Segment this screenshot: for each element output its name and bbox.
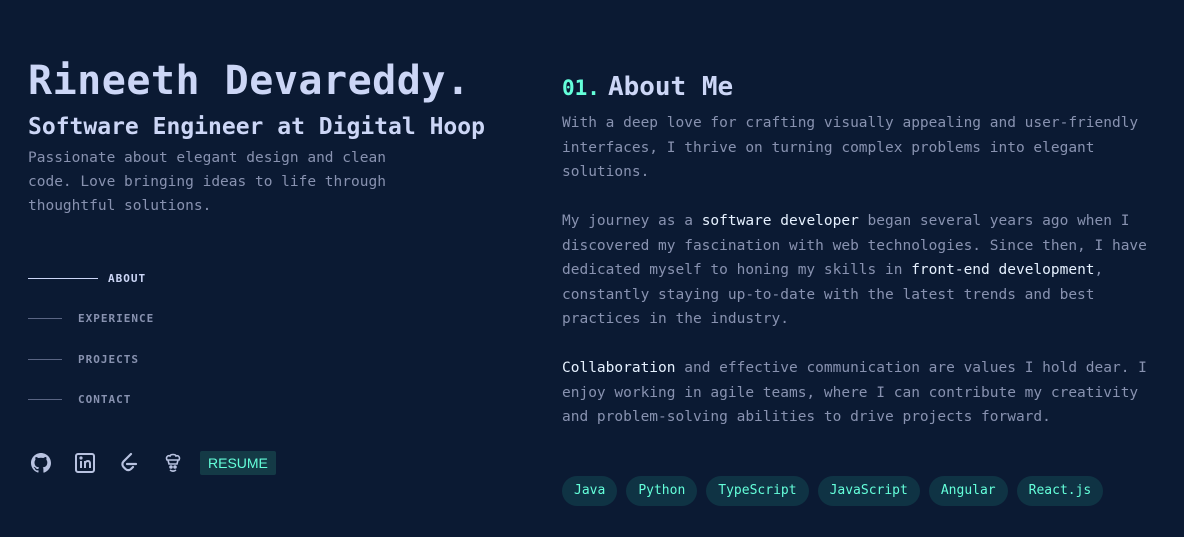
highlight-front-end-development: front-end development (911, 262, 1095, 278)
skill-tag: Angular (928, 476, 1008, 506)
profile-name: Rineeth Devareddy. (28, 58, 471, 104)
github-icon[interactable] (28, 448, 54, 478)
section-nav: ABOUT EXPERIENCE PROJECTS CONTACT (28, 268, 154, 430)
section-heading: 01. About Me (562, 72, 733, 102)
skill-tags: Java Python TypeScript JavaScript Angula… (562, 476, 1112, 506)
nav-item-contact[interactable]: CONTACT (28, 390, 154, 410)
codechef-icon[interactable] (160, 448, 186, 478)
about-section: 01. About Me With a deep love for crafti… (562, 0, 1172, 537)
skill-tag: Python (626, 476, 698, 506)
profile-role: Software Engineer at Digital Hoop (28, 114, 485, 140)
section-number: 01. (562, 76, 600, 100)
nav-label: ABOUT (108, 271, 147, 285)
skill-tag: Java (562, 476, 618, 506)
nav-indicator-line (28, 277, 98, 279)
nav-item-experience[interactable]: EXPERIENCE (28, 309, 154, 329)
about-text: With a deep love for crafting visually a… (562, 111, 1167, 454)
skill-tag: TypeScript (706, 476, 809, 506)
nav-label: EXPERIENCE (78, 312, 155, 325)
nav-indicator-line (28, 399, 62, 400)
resume-button[interactable]: RESUME (200, 451, 276, 475)
leetcode-icon[interactable] (116, 448, 142, 478)
highlight-collaboration: Collaboration (562, 360, 676, 376)
nav-label: PROJECTS (78, 352, 139, 366)
text-run: My journey as a (562, 213, 702, 229)
portfolio-page: Rineeth Devareddy. Software Engineer at … (0, 0, 1184, 537)
linkedin-icon[interactable] (72, 448, 98, 478)
profile-tagline: Passionate about elegant design and clea… (28, 150, 386, 214)
nav-item-projects[interactable]: PROJECTS (28, 349, 154, 369)
about-paragraph-2: My journey as a software developer began… (562, 209, 1167, 332)
nav-indicator-line (28, 358, 62, 360)
nav-item-about[interactable]: ABOUT (28, 268, 154, 288)
highlight-software-developer: software developer (701, 213, 859, 229)
about-paragraph-3: Collaboration and effective communicatio… (562, 356, 1167, 430)
skill-tag: JavaScript (817, 476, 920, 506)
social-links: RESUME (28, 448, 276, 478)
skill-tag: React.js (1016, 476, 1104, 506)
about-paragraph-1: With a deep love for crafting visually a… (562, 115, 1139, 180)
profile-column: Rineeth Devareddy. Software Engineer at … (28, 0, 508, 537)
nav-indicator-line (28, 318, 62, 319)
nav-label: CONTACT (78, 393, 132, 406)
section-title: About Me (607, 72, 734, 102)
